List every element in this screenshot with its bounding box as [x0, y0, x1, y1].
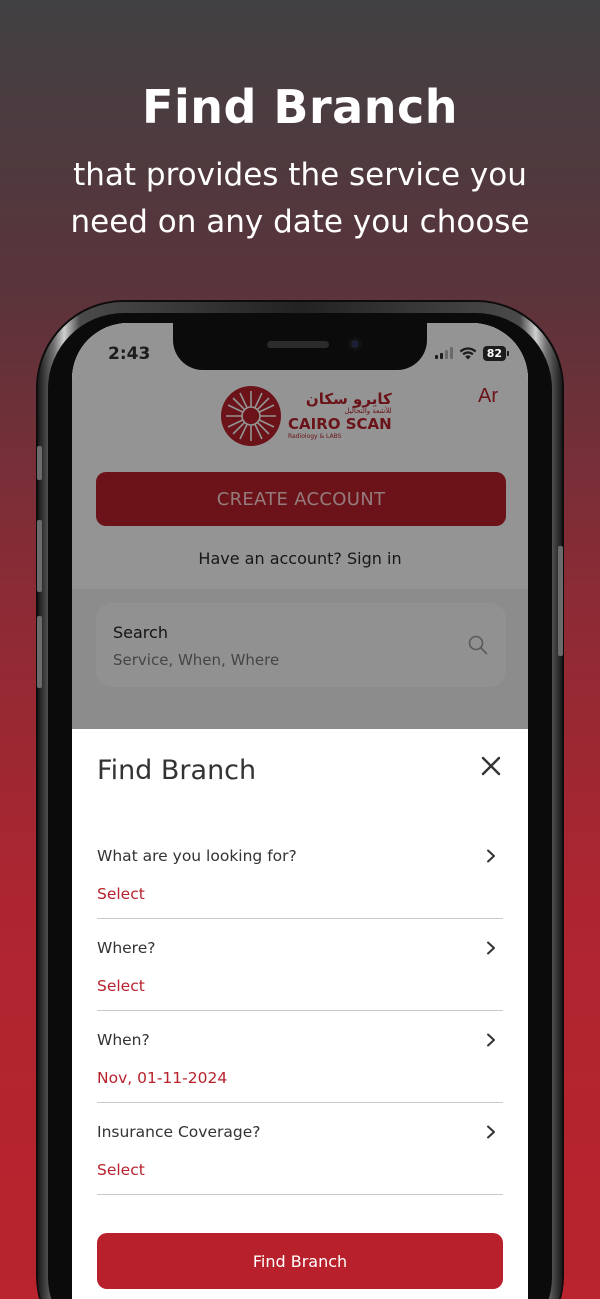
phone-volume-up — [37, 520, 42, 592]
chevron-right-icon — [487, 1125, 495, 1139]
sheet-title: Find Branch — [97, 755, 257, 786]
location-field[interactable]: Where? Select — [97, 919, 503, 1011]
status-icons: 82 — [434, 345, 510, 361]
find-branch-sheet: Find Branch What are you looking for? Se… — [72, 729, 528, 1299]
field-value: Nov, 01-11-2024 — [97, 1069, 228, 1087]
notch-speaker — [267, 341, 329, 348]
field-label: When? — [97, 1031, 150, 1049]
service-type-field[interactable]: What are you looking for? Select — [97, 827, 503, 919]
notch-camera — [348, 337, 362, 351]
phone-volume-down — [37, 616, 42, 688]
chevron-right-icon — [487, 1033, 495, 1047]
phone-mute-switch — [37, 446, 42, 480]
field-label: Where? — [97, 939, 156, 957]
phone-power-button — [558, 546, 563, 656]
field-label: Insurance Coverage? — [97, 1123, 261, 1141]
promo-subline: that provides the service you need on an… — [70, 157, 530, 240]
wifi-icon — [459, 346, 477, 359]
field-value: Select — [97, 977, 145, 995]
phone-notch — [173, 323, 427, 370]
field-value: Select — [97, 885, 145, 903]
chevron-right-icon — [487, 941, 495, 955]
phone-screen: 2:43 82 كايرو سكان للأشعة والتحاليل CAIR… — [72, 323, 528, 1299]
insurance-field[interactable]: Insurance Coverage? Select — [97, 1103, 503, 1195]
chevron-right-icon — [487, 849, 495, 863]
close-icon[interactable] — [480, 755, 502, 777]
promo-headline: Find Branch — [142, 80, 458, 134]
battery-icon: 82 — [482, 345, 510, 361]
date-field[interactable]: When? Nov, 01-11-2024 — [97, 1011, 503, 1103]
field-value: Select — [97, 1161, 145, 1179]
status-time: 2:43 — [108, 344, 151, 364]
signal-icon — [434, 347, 453, 359]
field-label: What are you looking for? — [97, 847, 297, 865]
find-branch-button[interactable]: Find Branch — [97, 1233, 503, 1289]
